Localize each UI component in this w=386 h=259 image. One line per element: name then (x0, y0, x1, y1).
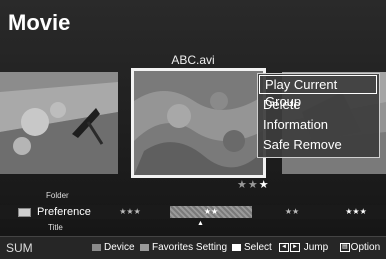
star-icon: ★ (258, 179, 270, 191)
sum-label: SUM (6, 241, 33, 255)
fast-forward-key-icon: ► (289, 242, 300, 252)
select-button[interactable]: Select (232, 237, 272, 259)
preference-row: Preference ★★★ ★★ ★★ ★★★ (0, 205, 386, 219)
blue-key-icon (140, 243, 149, 251)
favorites-setting-button[interactable]: Favorites Setting (140, 237, 227, 259)
bottom-control-bar: SUM Device Favorites Setting Select ◄ ► J… (0, 236, 386, 259)
preference-segment[interactable]: ★★★ (100, 206, 160, 218)
menu-item-play-current-group[interactable]: Play Current Group (259, 75, 377, 109)
preference-icon (18, 208, 31, 217)
category-folder[interactable]: Folder (46, 191, 69, 200)
jump-button[interactable]: ◄ ► Jump (279, 237, 328, 259)
yellow-key-icon (92, 243, 101, 251)
page-title: Movie (8, 10, 71, 35)
movie-browser-screen: Movie ABC.avi Play Current Group Delete … (0, 0, 386, 259)
category-preference[interactable]: Preference (37, 205, 91, 219)
preference-segment[interactable]: ★★★ (330, 206, 382, 218)
preference-segment-selected[interactable]: ★★ (170, 206, 252, 218)
preference-marker-icon: ▲ (197, 220, 204, 227)
thumbnail-current[interactable] (131, 68, 266, 178)
context-menu: Play Current Group Delete Information Sa… (257, 73, 380, 158)
star-icon: ★ (247, 179, 259, 191)
device-button[interactable]: Device (92, 237, 135, 259)
menu-item-information[interactable]: Information (258, 115, 379, 135)
category-title[interactable]: Title (48, 223, 63, 232)
star-icon: ★ (237, 179, 248, 191)
enter-key-icon (232, 243, 241, 251)
option-button[interactable]: ▤ Option (340, 237, 380, 259)
rating-stars: ★★★ (237, 178, 270, 191)
menu-item-safe-remove[interactable]: Safe Remove (258, 135, 379, 155)
current-file-name: ABC.avi (171, 53, 215, 67)
rewind-key-icon: ◄ (279, 242, 289, 252)
tools-key-icon: ▤ (340, 242, 350, 252)
menu-item-delete[interactable]: Delete (258, 95, 379, 115)
preference-segment[interactable]: ★★ (262, 206, 322, 218)
thumbnail-previous[interactable] (0, 72, 118, 174)
